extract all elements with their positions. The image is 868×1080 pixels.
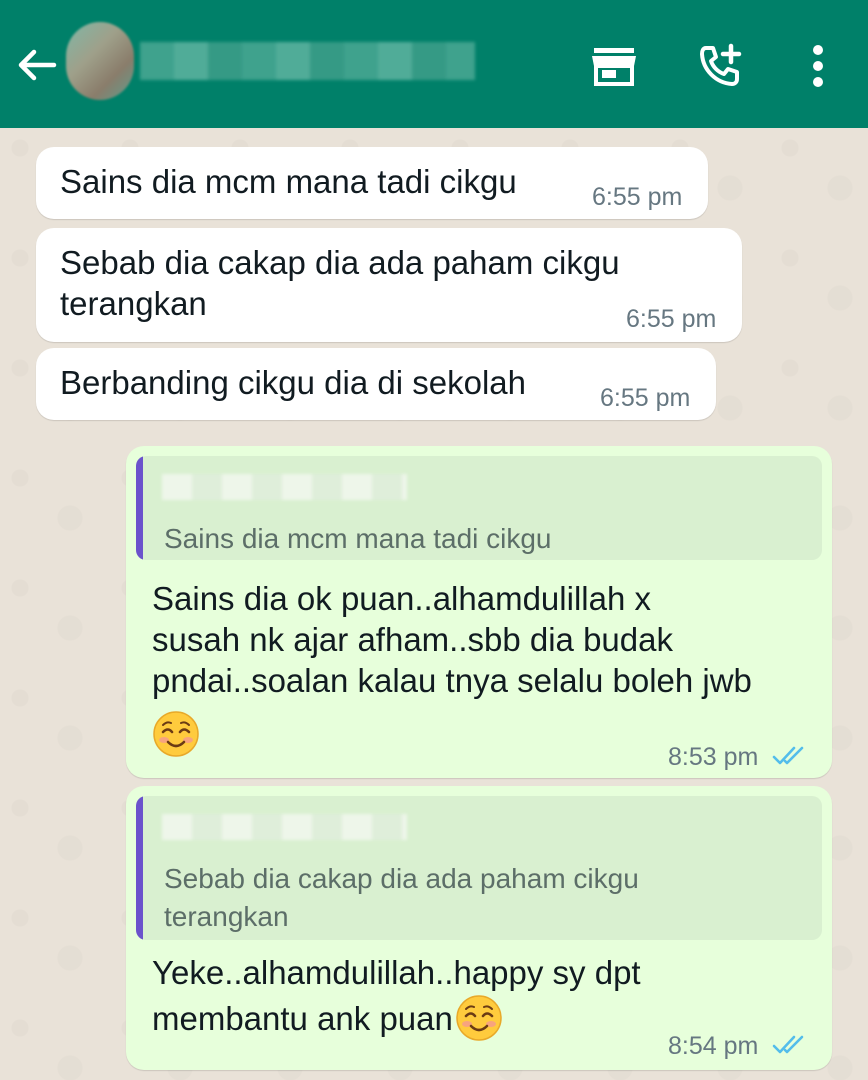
chat-header — [0, 0, 868, 128]
add-call-button[interactable] — [694, 40, 746, 92]
message-time: 6:55 pm — [626, 305, 717, 333]
quoted-message[interactable]: Sains dia mcm mana tadi cikgu — [136, 456, 822, 560]
quoted-text-line-1: Sebab dia cakap dia ada paham cikgu — [164, 863, 639, 894]
message-text-line-2-wrap: membantu ank puan — [152, 995, 503, 1046]
read-receipt-icon — [772, 746, 804, 765]
message-bubble-outgoing[interactable]: Sebab dia cakap dia ada paham cikgu tera… — [126, 786, 832, 1070]
message-text-line-1: Sains dia ok puan..alhamdulillah x — [152, 580, 651, 617]
message-text: Berbanding cikgu dia di sekolah — [60, 364, 526, 401]
message-text: Sains dia mcm mana tadi cikgu — [60, 163, 517, 200]
quoted-sender-name — [162, 474, 407, 500]
message-text-line-1: Yeke..alhamdulillah..happy sy dpt — [152, 954, 641, 991]
smiling-face-icon — [456, 995, 503, 1041]
arrow-left-icon — [18, 49, 57, 81]
contact-avatar[interactable] — [66, 22, 134, 100]
quoted-sender-name — [162, 814, 407, 840]
quote-accent-bar — [136, 456, 143, 560]
message-time: 6:55 pm — [600, 384, 691, 412]
message-text-line-3: pndai..soalan kalau tnya selalu boleh jw… — [152, 662, 752, 699]
message-text-line-2: membantu ank puan — [152, 1000, 453, 1037]
message-bubble-incoming[interactable]: Berbanding cikgu dia di sekolah 6:55 pm — [36, 348, 716, 420]
message-text-line-1: Sebab dia cakap dia ada paham cikgu — [60, 244, 620, 281]
message-text-line-2: susah nk ajar afham..sbb dia budak — [152, 621, 673, 658]
more-vert-icon — [813, 45, 823, 87]
back-button[interactable] — [14, 42, 60, 88]
quoted-text: Sains dia mcm mana tadi cikgu — [164, 523, 552, 554]
quoted-message[interactable]: Sebab dia cakap dia ada paham cikgu tera… — [136, 796, 822, 940]
quote-accent-bar — [136, 796, 143, 940]
catalog-button[interactable] — [588, 40, 640, 92]
quoted-text-line-2: terangkan — [164, 901, 289, 932]
message-bubble-outgoing[interactable]: Sains dia mcm mana tadi cikgu Sains dia … — [126, 446, 832, 778]
message-bubble-incoming[interactable]: Sebab dia cakap dia ada paham cikgu tera… — [36, 228, 742, 342]
contact-name[interactable] — [140, 42, 475, 80]
message-time: 8:54 pm — [668, 1032, 759, 1060]
add-call-icon — [700, 43, 742, 86]
message-time: 8:53 pm — [668, 743, 759, 771]
more-options-button[interactable] — [796, 40, 848, 92]
message-text-line-2: terangkan — [60, 285, 207, 322]
message-bubble-incoming[interactable]: Sains dia mcm mana tadi cikgu 6:55 pm — [36, 147, 708, 219]
smiling-face-icon — [153, 711, 199, 757]
read-receipt-icon — [772, 1035, 804, 1054]
message-time: 6:55 pm — [592, 183, 683, 211]
storefront-icon — [592, 48, 636, 86]
